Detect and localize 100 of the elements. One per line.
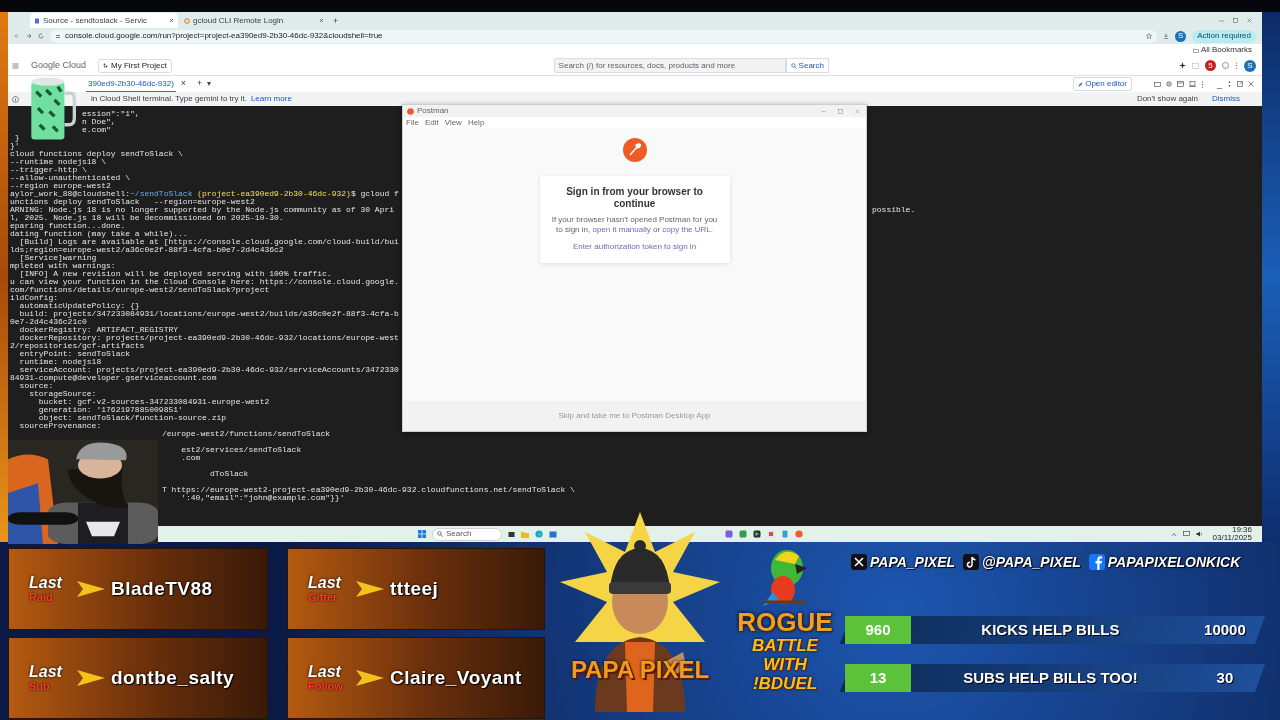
badge-caption: Last <box>308 664 341 680</box>
bookmarks-link[interactable]: All Bookmarks <box>1200 45 1252 55</box>
browser-tab[interactable]: Source - sendtoslack - Servic <box>30 13 178 28</box>
terminal-line: .com <box>180 454 201 462</box>
text-link[interactable]: open it manually <box>592 225 651 234</box>
new-tab-button[interactable]: + <box>330 14 342 28</box>
username-text: dontbe_salty <box>111 665 235 690</box>
terminal-line: ARNING: Node.js 18 is no longer supported by the Node.js community as of 30 April, 2025. Node.js 18 will be decommissioned on 2025-10-30. <box>10 205 395 222</box>
back-icon[interactable] <box>14 33 20 39</box>
profile-avatar[interactable]: S <box>1175 30 1187 42</box>
terminal-line: n Doe", <box>82 118 116 126</box>
window-title: Postman <box>417 105 449 117</box>
dismiss-link[interactable]: Dismiss <box>1212 93 1240 105</box>
brand-logo[interactable]: Google Cloud <box>31 58 87 73</box>
notification-badge[interactable]: 5 <box>1205 60 1216 71</box>
terminal-line: bucket: gcf-v2-sources-347233084931-europe-west2 <box>38 397 270 406</box>
terminal-line: --allow-unauthenticated \ <box>10 173 131 182</box>
minimize-button[interactable]: _ <box>1217 79 1222 89</box>
terminal-line: [Service]warning <box>19 253 97 262</box>
x-logo-icon <box>851 554 867 570</box>
forward-icon[interactable] <box>26 33 32 39</box>
postman-icon[interactable] <box>795 530 803 538</box>
battle-text: BATTLE <box>752 636 818 655</box>
help-icon[interactable] <box>1222 62 1229 69</box>
badge-caption: Last <box>308 575 341 591</box>
project-icon <box>103 63 109 68</box>
terminal-line: T https://europe-west2-project-ea390ed9-2b30-46dc-932.cloudfunctions.net/sendToSlack \ <box>162 486 575 494</box>
project-picker[interactable]: My First Project <box>98 58 172 73</box>
folder-icon <box>1192 47 1199 53</box>
card-text: If your browser hasn't opened Postman for you to sign in, open it manually or copy the URL. <box>550 215 719 235</box>
store-icon[interactable] <box>549 530 557 538</box>
badge-event: Raid <box>29 591 53 603</box>
learn-more-link[interactable]: Learn more <box>250 93 292 105</box>
menu-item[interactable]: Help <box>467 116 485 129</box>
terminal-line: --runtime nodejs18 \ <box>10 157 106 166</box>
social-handle: PAPA_PIXEL <box>870 552 956 572</box>
web-preview-icon[interactable] <box>1177 81 1184 87</box>
search-icon <box>437 531 443 537</box>
goal-target: 30 <box>1215 667 1235 688</box>
more-icon[interactable] <box>1201 80 1204 88</box>
terminal-line: sourceProvenance: <box>18 421 102 430</box>
restore-icon[interactable] <box>1227 81 1232 87</box>
badge-event: Follow <box>308 680 343 692</box>
badge-event: Gifter <box>308 591 338 603</box>
add-tab-button[interactable]: + <box>197 77 203 91</box>
dont-show-again-link[interactable]: Don't show again <box>1136 93 1198 105</box>
menu-item[interactable]: View <box>444 116 462 129</box>
address-bar[interactable]: console.cloud.google.com/run?project=project-ea390ed9-2b30-46dc-932&cloudshell=true <box>50 29 1158 43</box>
terminal-line: [Build] Logs are available at [https://console.cloud.google.com/cloud-build/builds;region=europe-west2/a36c0e2f-88f3-4cfa-b0e7-2d4c436c2 <box>10 237 399 254</box>
shell-tab[interactable]: 390ed9-2b30-46dc-932) <box>86 76 176 92</box>
close-icon <box>319 18 324 23</box>
menu-item[interactable]: Edit <box>424 116 439 129</box>
terminal-line: generation: '1762197885009851' <box>37 405 183 414</box>
sparkle-icon[interactable] <box>1179 62 1186 69</box>
star-icon[interactable] <box>1146 33 1153 39</box>
edge-browser-icon[interactable] <box>535 530 543 538</box>
username-text: ttteej <box>390 576 439 601</box>
terminal-line: automaticUpdatePolicy: {} <box>19 301 140 310</box>
download-icon[interactable] <box>1163 33 1170 39</box>
action-required-chip[interactable]: Action required <box>1192 29 1256 43</box>
reload-icon[interactable] <box>38 33 44 39</box>
network-icon[interactable] <box>1182 531 1190 537</box>
goal-target: 10000 <box>1203 619 1247 640</box>
keyboard-icon[interactable] <box>1154 81 1161 87</box>
close-icon[interactable] <box>1248 81 1254 87</box>
text-link[interactable]: copy the URL <box>662 225 711 234</box>
windows-icon[interactable] <box>418 530 426 538</box>
volume-icon[interactable] <box>1195 531 1203 537</box>
chevron-up-icon[interactable] <box>1170 531 1177 537</box>
close-tab-button[interactable]: × <box>180 77 187 91</box>
settings-icon[interactable] <box>1166 81 1172 87</box>
app-icon[interactable] <box>753 530 761 538</box>
browser-tab[interactable]: gcloud CLI Remote Login <box>180 13 328 28</box>
task-view-icon[interactable] <box>508 530 515 538</box>
maximize-icon[interactable] <box>838 108 843 114</box>
laptop-icon[interactable] <box>1189 81 1196 87</box>
battle-title: ROGUE <box>737 608 833 636</box>
search-field[interactable]: Search (/) for resources, docs, products and more <box>553 58 786 73</box>
terminal-line: dating function (may take a while)... <box>10 229 188 238</box>
banner-text: in Cloud Shell terminal. Type gemini to try it. <box>91 93 247 105</box>
search-button[interactable]: Search <box>785 58 829 73</box>
close-icon[interactable] <box>855 108 860 114</box>
open-new-window-icon[interactable] <box>1237 81 1243 87</box>
open-editor-button[interactable]: Open editor <box>1073 77 1132 91</box>
clock[interactable]: 19:36 03/11/2025 <box>1212 526 1252 542</box>
token-link[interactable]: Enter authorization token to sign in <box>572 241 697 253</box>
search-icon <box>790 62 797 69</box>
terminal-line: entryPoint: sendToSlack <box>19 349 131 358</box>
minimize-icon <box>1219 18 1224 23</box>
taskbar-search-field[interactable]: Search <box>432 527 502 541</box>
site-info-icon <box>55 33 61 39</box>
battle-text: WITH <box>763 655 807 674</box>
goal-label: KICKS HELP BILLS <box>980 619 1121 640</box>
tab-menu-button[interactable]: ▾ <box>207 78 212 90</box>
pencil-icon <box>1078 81 1084 87</box>
more-icon[interactable] <box>1235 62 1238 69</box>
spinner-icon <box>184 17 190 24</box>
menu-item[interactable]: File <box>406 116 419 129</box>
account-avatar[interactable]: S <box>1244 59 1256 72</box>
terminal-line: eparing function...done. <box>10 221 126 230</box>
